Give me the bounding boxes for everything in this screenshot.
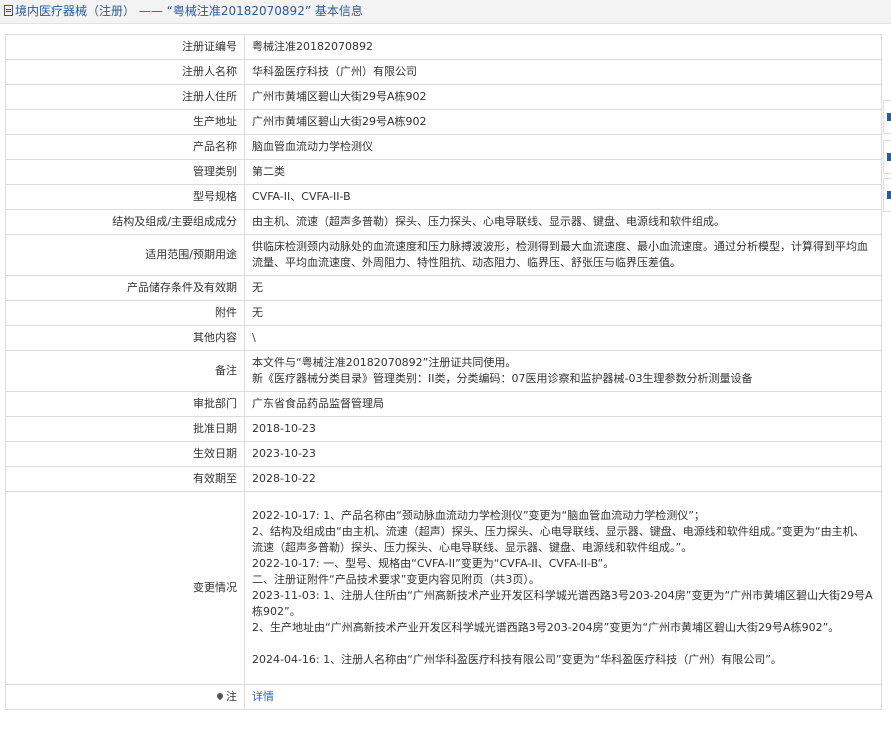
change-line: 2024-04-16: 1、注册人名称由“广州华科盈医疗科技有限公司”变更为“华… [252,653,782,666]
field-value: 粤械注准20182070892 [244,34,882,60]
field-value: 无 [244,275,882,301]
change-line: 2022-10-17: 一、型号、规格由“CVFA-II”变更为“CVFA-II… [252,557,615,570]
field-label: 有效期至 [5,466,245,492]
side-tab-icon [887,113,891,121]
field-label: 生产地址 [5,109,245,135]
remark-line: 本文件与“粤械注准20182070892”注册证共同使用。 [252,356,517,369]
table-row: 生效日期 2023-10-23 [5,441,882,467]
change-line: 2、结构及组成由“由主机、流速（超声）探头、压力探头、心电导联线、显示器、键盘、… [252,525,865,554]
field-label: 变更情况 [5,491,245,685]
table-row: 有效期至 2028-10-22 [5,466,882,492]
table-row: 注 详情 [5,684,882,710]
field-label: 型号规格 [5,184,245,210]
field-value: 脑血管血流动力学检测仪 [244,134,882,160]
table-row: 适用范围/预期用途 供临床检测颈内动脉处的血流速度和压力脉搏波波形，检测得到最大… [5,234,882,276]
side-tab-button[interactable] [883,140,891,174]
field-label: 注册人住所 [5,84,245,110]
remark-line: 新《医疗器械分类目录》管理类别：II类，分类编码：07医用诊察和监护器械-03生… [252,372,753,385]
pin-icon [215,691,225,701]
remarks-value: 本文件与“粤械注准20182070892”注册证共同使用。 新《医疗器械分类目录… [244,350,882,392]
field-label: 产品储存条件及有效期 [5,275,245,301]
field-value: CVFA-II、CVFA-II-B [244,184,882,210]
field-label: 其他内容 [5,325,245,351]
side-tab-button[interactable] [883,100,891,134]
field-value: 供临床检测颈内动脉处的血流速度和压力脉搏波波形，检测得到最大血流速度、最小血流速… [244,234,882,276]
change-line: 2023-11-03: 1、注册人住所由“广州高新技术产业开发区科学城光谱西路3… [252,589,873,618]
side-tab-button[interactable] [883,178,891,212]
table-row: 批准日期 2018-10-23 [5,416,882,442]
field-value: 广东省食品药品监督管理局 [244,391,882,417]
field-value: 广州市黄埔区碧山大街29号A栋902 [244,109,882,135]
table-row: 注册人住所 广州市黄埔区碧山大街29号A栋902 [5,84,882,110]
change-line [252,636,874,652]
field-value: \ [244,325,882,351]
field-value: 第二类 [244,159,882,185]
field-value: 由主机、流速（超声多普勒）探头、压力探头、心电导联线、显示器、键盘、电源线和软件… [244,209,882,235]
field-value: 2023-10-23 [244,441,882,467]
field-label: 审批部门 [5,391,245,417]
change-line: 二、注册证附件“产品技术要求”变更内容见附页（共3页）。 [252,573,540,586]
field-value: 无 [244,300,882,326]
field-label: 附件 [5,300,245,326]
change-line: 2022-10-17: 1、产品名称由“颈动脉血流动力学检测仪”变更为“脑血管血… [252,509,705,522]
document-icon [4,5,13,16]
field-label: 生效日期 [5,441,245,467]
field-value: 华科盈医疗科技（广州）有限公司 [244,59,882,85]
table-row: 审批部门 广东省食品药品监督管理局 [5,391,882,417]
field-value: 2028-10-22 [244,466,882,492]
table-row: 型号规格 CVFA-II、CVFA-II-B [5,184,882,210]
change-line: 2、生产地址由“广州高新技术产业开发区科学城光谱西路3号203-204房”变更为… [252,621,840,634]
table-row: 附件 无 [5,300,882,326]
table-row: 产品名称 脑血管血流动力学检测仪 [5,134,882,160]
table-row: 管理类别 第二类 [5,159,882,185]
field-value: 详情 [244,684,882,710]
table-row: 变更情况 2022-10-17: 1、产品名称由“颈动脉血流动力学检测仪”变更为… [5,491,882,685]
field-label: 批准日期 [5,416,245,442]
field-value: 广州市黄埔区碧山大街29号A栋902 [244,84,882,110]
table-row: 产品储存条件及有效期 无 [5,275,882,301]
change-history-value: 2022-10-17: 1、产品名称由“颈动脉血流动力学检测仪”变更为“脑血管血… [244,491,882,685]
field-label: 注册人名称 [5,59,245,85]
side-tab-icon [887,191,891,199]
table-row: 其他内容 \ [5,325,882,351]
table-row: 备注 本文件与“粤械注准20182070892”注册证共同使用。 新《医疗器械分… [5,350,882,392]
field-label: 管理类别 [5,159,245,185]
field-label: 产品名称 [5,134,245,160]
field-value: 2018-10-23 [244,416,882,442]
page-title: 境内医疗器械（注册） —— “粤械注准20182070892” 基本信息 [15,4,363,18]
field-label: 注 [226,690,237,703]
field-label: 结构及组成/主要组成成分 [5,209,245,235]
table-row: 结构及组成/主要组成成分 由主机、流速（超声多普勒）探头、压力探头、心电导联线、… [5,209,882,235]
note-label-cell: 注 [5,684,245,710]
registration-info-table: 注册证编号 粤械注准20182070892 注册人名称 华科盈医疗科技（广州）有… [5,34,882,710]
field-label: 注册证编号 [5,34,245,60]
table-row: 注册人名称 华科盈医疗科技（广州）有限公司 [5,59,882,85]
side-tab-icon [887,153,891,161]
field-label: 备注 [5,350,245,392]
table-row: 生产地址 广州市黄埔区碧山大街29号A栋902 [5,109,882,135]
page-title-bar: 境内医疗器械（注册） —— “粤械注准20182070892” 基本信息 [0,0,891,24]
details-link[interactable]: 详情 [252,690,274,703]
table-row: 注册证编号 粤械注准20182070892 [5,34,882,60]
field-label: 适用范围/预期用途 [5,234,245,276]
